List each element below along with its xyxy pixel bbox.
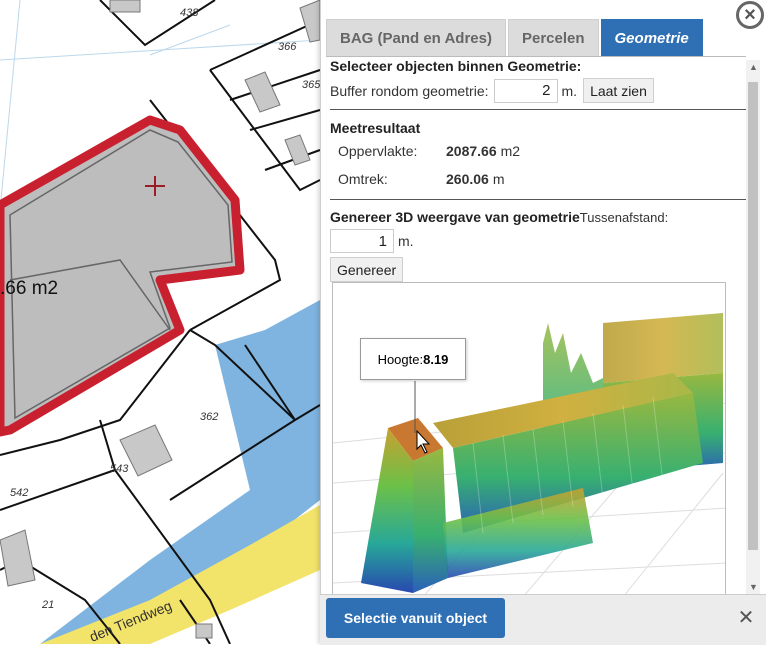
scroll-thumb[interactable]	[748, 82, 758, 550]
generate-title: Genereer 3D weergave van geometrie	[330, 209, 580, 225]
generate-button[interactable]: Genereer	[330, 257, 404, 282]
scroll-up-icon[interactable]: ▲	[749, 62, 758, 72]
3d-view[interactable]	[332, 282, 726, 596]
spacing-label: Tussenafstand:	[579, 209, 669, 225]
spacing-row: m.	[330, 229, 746, 253]
perimeter-row: Omtrek: 260.06 m	[330, 171, 746, 187]
parcel-number: 438	[180, 7, 199, 19]
select-title: Selecteer objecten binnen Geometrie:	[330, 58, 582, 74]
perimeter-value: 260.06	[446, 171, 489, 187]
close-icon[interactable]: ✕	[734, 605, 758, 629]
divider	[330, 109, 746, 110]
close-icon[interactable]: ×	[736, 1, 764, 29]
spacing-input[interactable]	[330, 229, 394, 253]
area-value: 2087.66	[446, 143, 497, 159]
measurement-title: Meetresultaat	[330, 120, 421, 136]
parcel-number: 543	[110, 463, 129, 475]
area-row: Oppervlakte: 2087.66 m2	[330, 143, 746, 159]
buffer-label: Buffer rondom geometrie:	[330, 82, 489, 99]
scroll-down-icon[interactable]: ▼	[749, 582, 758, 592]
tab-bar: BAG (Pand en Adres) Percelen Geometrie	[326, 19, 705, 56]
panel-footer: Selectie vanuit object ✕	[320, 594, 766, 645]
buffer-input[interactable]	[493, 78, 558, 103]
area-label: .66 m2	[0, 278, 58, 299]
perimeter-unit: m	[492, 171, 505, 187]
show-button[interactable]: Laat zien	[583, 78, 654, 103]
area-label: Oppervlakte:	[338, 143, 418, 159]
parcel-number: 21	[41, 599, 54, 611]
spacing-unit: m.	[398, 233, 414, 249]
select-from-object-button[interactable]: Selectie vanuit object	[326, 598, 505, 638]
parcel-number: 362	[200, 411, 218, 423]
perimeter-label: Omtrek:	[338, 171, 388, 187]
tab-percelen[interactable]: Percelen	[507, 19, 599, 56]
buffer-unit: m.	[561, 82, 578, 99]
generate-title-row: Genereer 3D weergave van geometrie Tusse…	[330, 209, 746, 225]
buffer-row: Buffer rondom geometrie: m. Laat zien	[330, 78, 746, 103]
parcel-number: 366	[278, 41, 297, 53]
panel-scrollbar[interactable]: ▲ ▼	[746, 60, 760, 594]
tab-bag[interactable]: BAG (Pand en Adres)	[326, 19, 506, 56]
parcel-number: 542	[10, 487, 28, 499]
tab-content: Selecteer objecten binnen Geometrie: Buf…	[330, 56, 746, 282]
tooltip-label: Hoogte:	[377, 351, 424, 367]
parcel-number: 365	[302, 79, 321, 91]
height-tooltip: Hoogte: 8.19	[360, 338, 466, 380]
divider	[330, 199, 746, 200]
area-unit: m2	[500, 143, 521, 159]
tab-geometrie[interactable]: Geometrie	[600, 19, 703, 56]
tooltip-value: 8.19	[423, 351, 449, 367]
